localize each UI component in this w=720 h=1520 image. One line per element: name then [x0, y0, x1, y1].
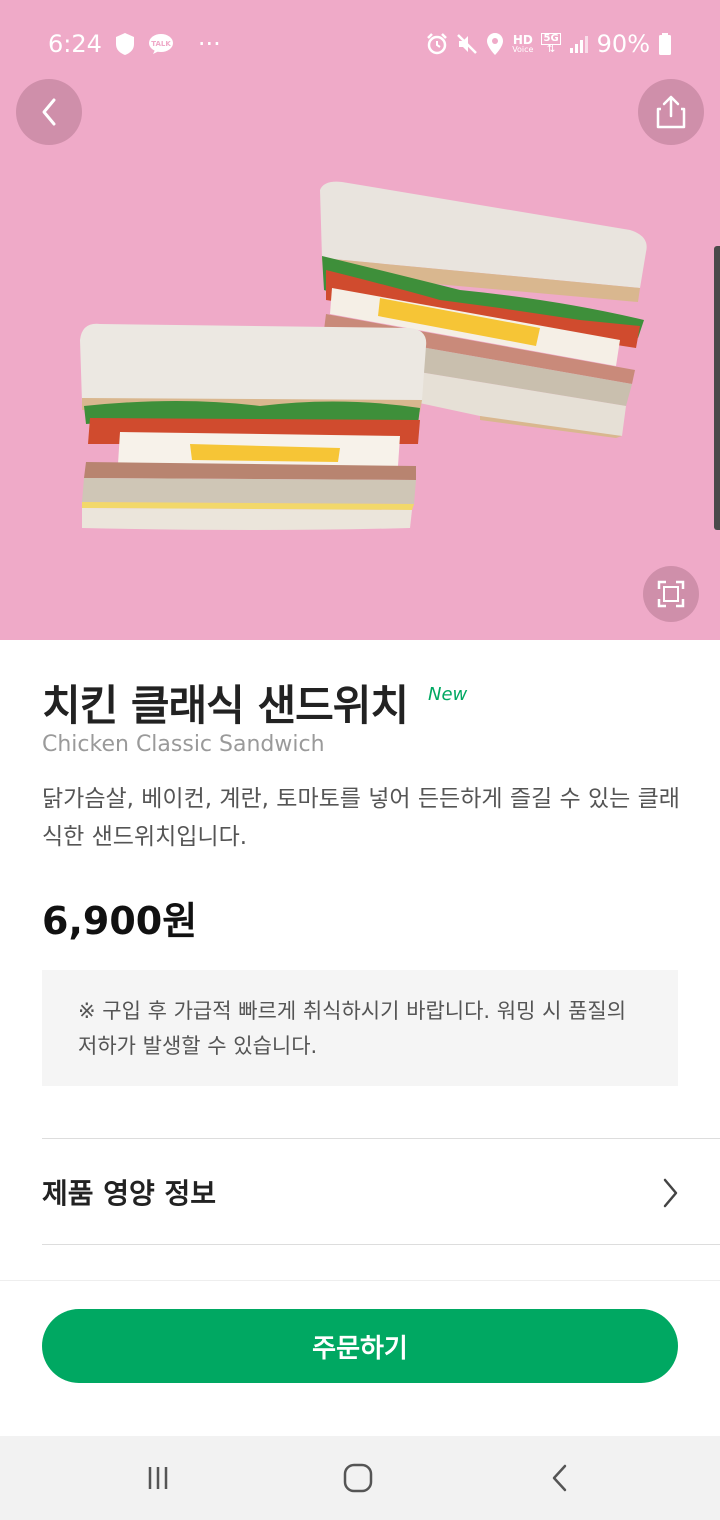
share-button[interactable] — [638, 79, 704, 145]
talk-label: TALK — [151, 40, 171, 48]
front-sandwich — [80, 323, 427, 530]
fullscreen-icon — [657, 580, 685, 608]
home-button[interactable] — [338, 1458, 378, 1498]
battery-percent: 90% — [596, 30, 650, 58]
notice-text: ※ 구입 후 가급적 빠르게 취식하시기 바랍니다. 워밍 시 품질의 저하가 … — [78, 999, 627, 1058]
hd-voice-icon: HD Voice — [512, 33, 534, 54]
signal-icon — [569, 34, 589, 54]
status-bar: 6:24 TALK ··· HD Voice 5G ⇅ 90% — [0, 0, 720, 88]
recent-apps-button[interactable] — [138, 1458, 178, 1498]
sandwich-image — [80, 181, 647, 530]
product-name-english: Chicken Classic Sandwich — [42, 732, 325, 757]
back-button[interactable] — [16, 79, 82, 145]
kakaotalk-icon: TALK — [148, 33, 174, 55]
more-icon: ··· — [197, 30, 221, 58]
new-badge: New — [428, 684, 468, 705]
product-description: 닭가슴살, 베이컨, 계란, 토마토를 넣어 든든하게 즐길 수 있는 클래식한… — [42, 786, 680, 850]
order-button[interactable]: 주문하기 — [42, 1309, 678, 1383]
home-icon — [343, 1463, 373, 1493]
product-title-row: 치킨 클래식 샌드위치 New — [42, 672, 467, 733]
product-hero: 6:24 TALK ··· HD Voice 5G ⇅ 90% — [0, 0, 720, 640]
bottom-action-panel: 주문하기 — [0, 1280, 720, 1436]
scroll-indicator — [714, 246, 720, 530]
system-nav-bar — [0, 1436, 720, 1520]
status-time: 6:24 — [48, 30, 102, 58]
back-icon — [552, 1464, 567, 1492]
chevron-right-icon — [663, 1178, 678, 1208]
shield-icon — [114, 32, 136, 56]
fullscreen-button[interactable] — [643, 566, 699, 622]
product-price: 6,900원 — [42, 899, 198, 943]
recent-apps-icon — [148, 1467, 168, 1489]
share-icon — [656, 95, 686, 129]
chevron-left-icon — [42, 98, 56, 126]
system-back-button[interactable] — [540, 1458, 580, 1498]
divider — [42, 1244, 720, 1245]
alarm-icon — [426, 33, 448, 55]
nutrition-info-label: 제품 영양 정보 — [42, 1176, 217, 1210]
nutrition-info-row[interactable]: 제품 영양 정보 — [42, 1139, 720, 1244]
product-name: 치킨 클래식 샌드위치 — [42, 681, 409, 730]
mute-icon — [456, 33, 478, 55]
5g-icon: 5G ⇅ — [541, 33, 561, 55]
battery-icon — [658, 32, 672, 56]
notice-box: ※ 구입 후 가급적 빠르게 취식하시기 바랍니다. 워밍 시 품질의 저하가 … — [42, 970, 678, 1086]
location-icon — [486, 32, 504, 56]
